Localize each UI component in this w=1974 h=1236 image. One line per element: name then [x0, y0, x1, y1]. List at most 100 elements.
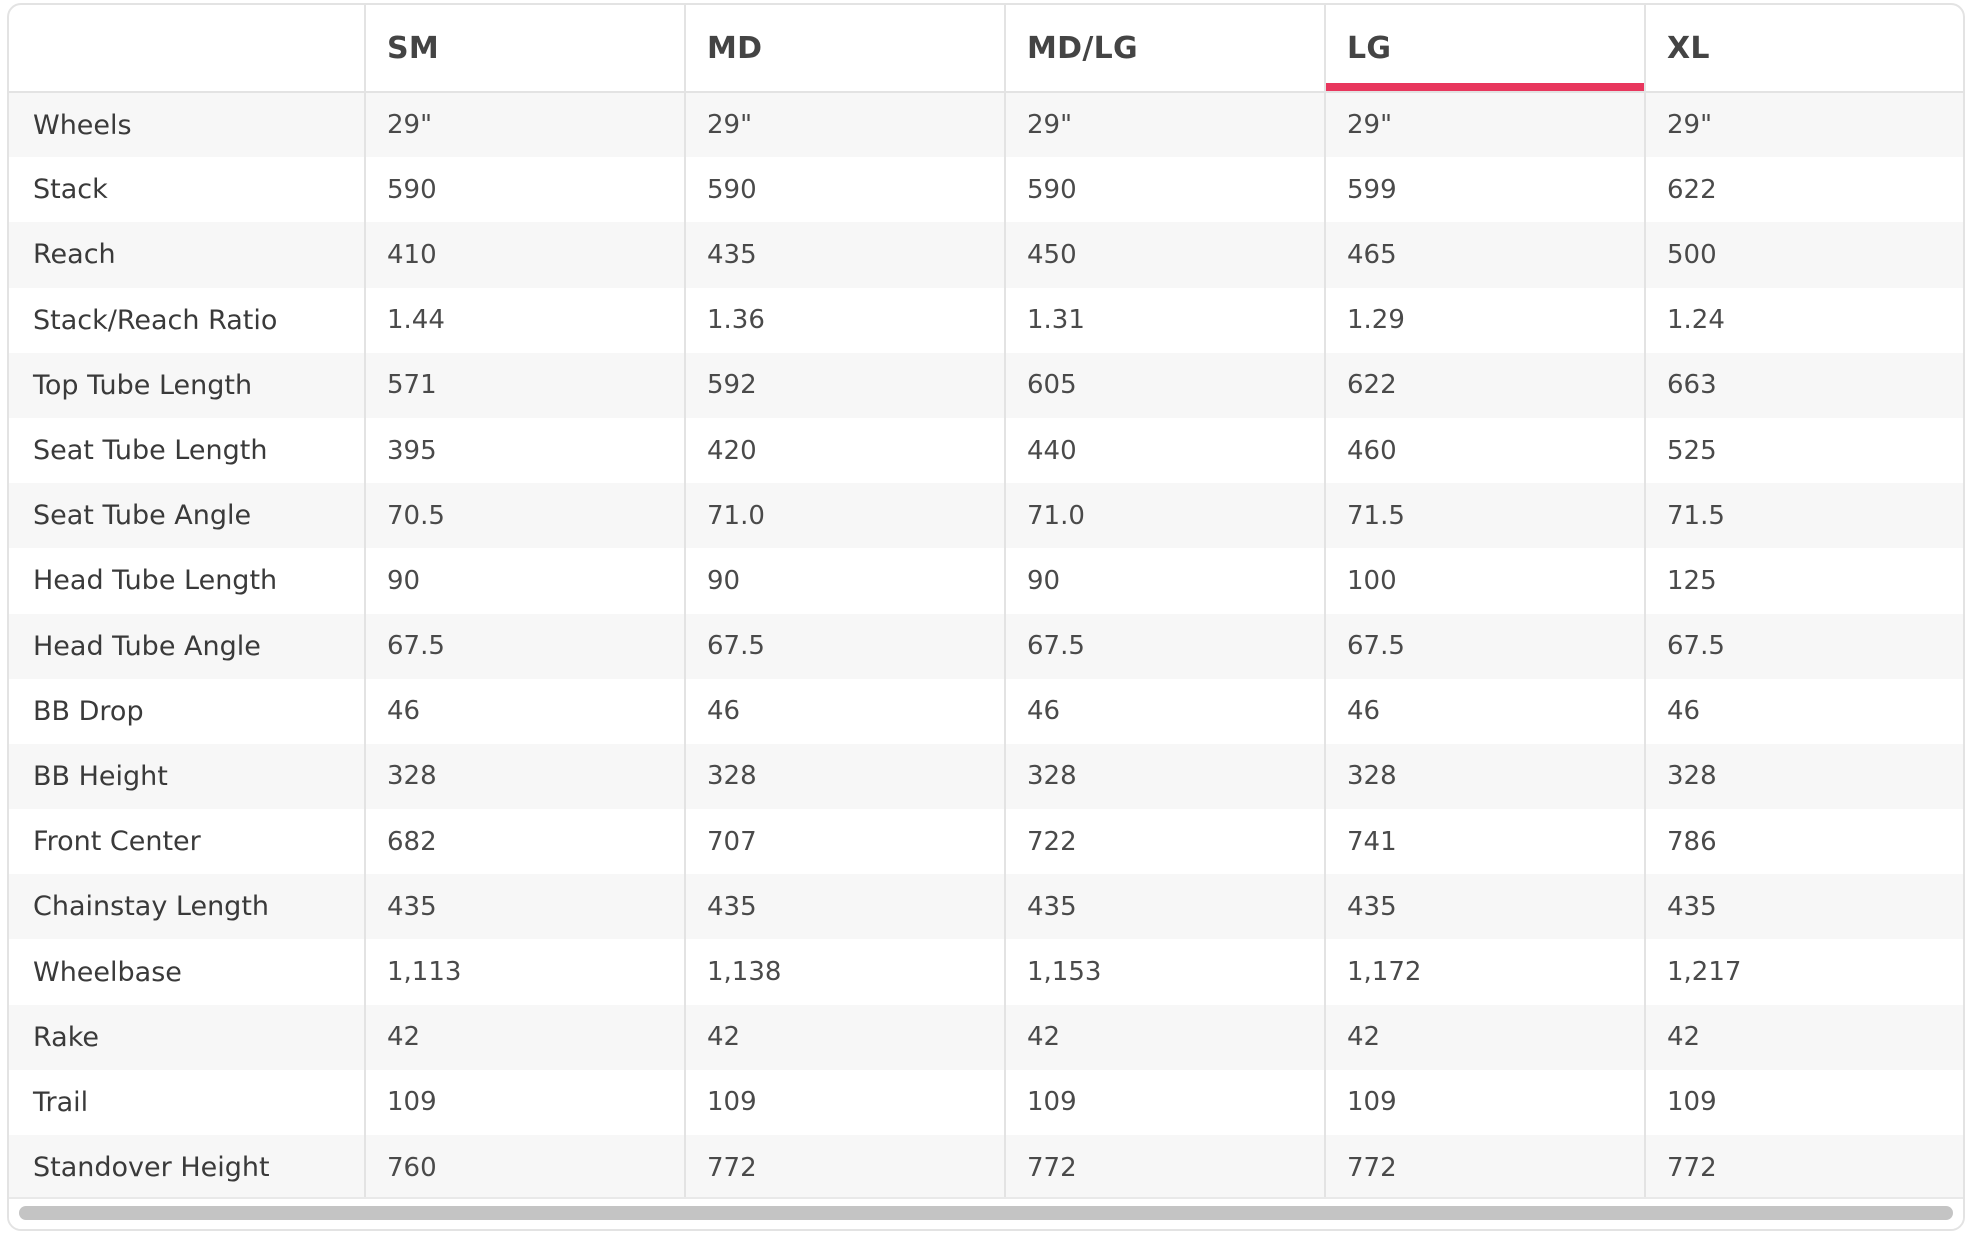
table-cell: 125 — [1644, 548, 1963, 614]
corner-header — [9, 5, 365, 93]
table-cell: 592 — [684, 352, 1005, 418]
table-cell: 42 — [1004, 1004, 1325, 1070]
table-cell: 707 — [684, 809, 1005, 875]
table-cell: 395 — [364, 417, 685, 484]
table-cell: 435 — [364, 874, 685, 940]
table-cell: 1,217 — [1644, 939, 1963, 1005]
table-row: Head Tube Length 90 90 90 100 125 — [9, 548, 1963, 614]
table-cell: 786 — [1644, 809, 1963, 875]
table-row: Standover Height 760 772 772 772 772 — [9, 1135, 1963, 1201]
table-cell: 67.5 — [1644, 613, 1963, 679]
table-cell: 67.5 — [684, 613, 1005, 679]
table-cell: 90 — [684, 548, 1005, 614]
table-cell: 67.5 — [364, 613, 685, 679]
size-header-md-lg[interactable]: MD/LG — [1004, 5, 1325, 93]
table-cell: 71.5 — [1324, 483, 1645, 549]
size-header-lg[interactable]: LG — [1324, 5, 1645, 93]
row-label: BB Height — [9, 743, 365, 810]
table-row: Trail 109 109 109 109 109 — [9, 1069, 1963, 1135]
table-cell: 450 — [1004, 222, 1325, 288]
table-cell: 1,172 — [1324, 939, 1645, 1005]
row-label: Top Tube Length — [9, 352, 365, 418]
table-cell: 772 — [1644, 1135, 1963, 1201]
row-label: BB Drop — [9, 678, 365, 744]
row-label: Reach — [9, 222, 365, 288]
row-label: Stack — [9, 157, 365, 223]
size-header-md[interactable]: MD — [684, 5, 1005, 93]
table-row: Reach 410 435 450 465 500 — [9, 222, 1963, 288]
table-cell: 328 — [1324, 743, 1645, 810]
table-cell: 599 — [1324, 157, 1645, 223]
table-row: Head Tube Angle 67.5 67.5 67.5 67.5 67.5 — [9, 613, 1963, 679]
table-cell: 328 — [684, 743, 1005, 810]
table-cell: 46 — [684, 678, 1005, 744]
table-cell: 109 — [1004, 1069, 1325, 1135]
table-cell: 760 — [364, 1135, 685, 1201]
table-cell: 435 — [684, 874, 1005, 940]
table-cell: 410 — [364, 222, 685, 288]
table-cell: 29" — [1644, 92, 1963, 158]
table-row: Chainstay Length 435 435 435 435 435 — [9, 874, 1963, 940]
horizontal-scrollbar[interactable] — [9, 1197, 1963, 1229]
table-row: Wheels 29" 29" 29" 29" 29" — [9, 92, 1963, 158]
row-label: Seat Tube Angle — [9, 483, 365, 549]
table-cell: 420 — [684, 417, 1005, 484]
row-label: Wheels — [9, 92, 365, 158]
table-cell: 328 — [1004, 743, 1325, 810]
table-cell: 465 — [1324, 222, 1645, 288]
table-cell: 1.29 — [1324, 287, 1645, 353]
table-cell: 590 — [364, 157, 685, 223]
table-cell: 772 — [1324, 1135, 1645, 1201]
table-cell: 29" — [364, 92, 685, 158]
table-cell: 46 — [1004, 678, 1325, 744]
table-cell: 1,113 — [364, 939, 685, 1005]
table-cell: 109 — [684, 1069, 1005, 1135]
table-cell: 328 — [1644, 743, 1963, 810]
table-cell: 90 — [1004, 548, 1325, 614]
table-cell: 1,138 — [684, 939, 1005, 1005]
table-cell: 722 — [1004, 809, 1325, 875]
geometry-table-container: SM MD MD/LG LG XL Wheels 29" 29" 29" 29" 29" S… — [7, 3, 1965, 1231]
size-header-sm[interactable]: SM — [364, 5, 685, 93]
row-label: Standover Height — [9, 1135, 365, 1201]
table-row: Front Center 682 707 722 741 786 — [9, 809, 1963, 875]
table-cell: 90 — [364, 548, 685, 614]
table-row: Seat Tube Length 395 420 440 460 525 — [9, 417, 1963, 484]
row-label: Wheelbase — [9, 939, 365, 1005]
table-cell: 605 — [1004, 352, 1325, 418]
table-cell: 71.0 — [1004, 483, 1325, 549]
table-cell: 525 — [1644, 417, 1963, 484]
table-cell: 109 — [1644, 1069, 1963, 1135]
row-label: Rake — [9, 1004, 365, 1070]
table-row: Wheelbase 1,113 1,138 1,153 1,172 1,217 — [9, 939, 1963, 1005]
table-cell: 328 — [364, 743, 685, 810]
table-cell: 46 — [364, 678, 685, 744]
row-label: Head Tube Angle — [9, 613, 365, 679]
table-cell: 71.5 — [1644, 483, 1963, 549]
table-cell: 435 — [1644, 874, 1963, 940]
table-cell: 42 — [1324, 1004, 1645, 1070]
table-cell: 741 — [1324, 809, 1645, 875]
row-label: Stack/Reach Ratio — [9, 287, 365, 353]
table-cell: 435 — [1004, 874, 1325, 940]
table-row: BB Drop 46 46 46 46 46 — [9, 678, 1963, 744]
table-cell: 70.5 — [364, 483, 685, 549]
table-cell: 1.36 — [684, 287, 1005, 353]
table-cell: 1.24 — [1644, 287, 1963, 353]
table-row: Stack 590 590 590 599 622 — [9, 157, 1963, 223]
row-label: Chainstay Length — [9, 874, 365, 940]
row-label: Trail — [9, 1069, 365, 1135]
table-cell: 109 — [364, 1069, 685, 1135]
table-cell: 571 — [364, 352, 685, 418]
table-cell: 1.44 — [364, 287, 685, 353]
table-cell: 42 — [684, 1004, 1005, 1070]
table-cell: 100 — [1324, 548, 1645, 614]
table-cell: 622 — [1644, 157, 1963, 223]
table-row: Seat Tube Angle 70.5 71.0 71.0 71.5 71.5 — [9, 483, 1963, 549]
size-header-xl[interactable]: XL — [1644, 5, 1963, 93]
table-cell: 1,153 — [1004, 939, 1325, 1005]
row-label: Front Center — [9, 809, 365, 875]
row-label: Seat Tube Length — [9, 417, 365, 484]
table-cell: 772 — [1004, 1135, 1325, 1201]
horizontal-scrollbar-thumb[interactable] — [19, 1206, 1953, 1220]
